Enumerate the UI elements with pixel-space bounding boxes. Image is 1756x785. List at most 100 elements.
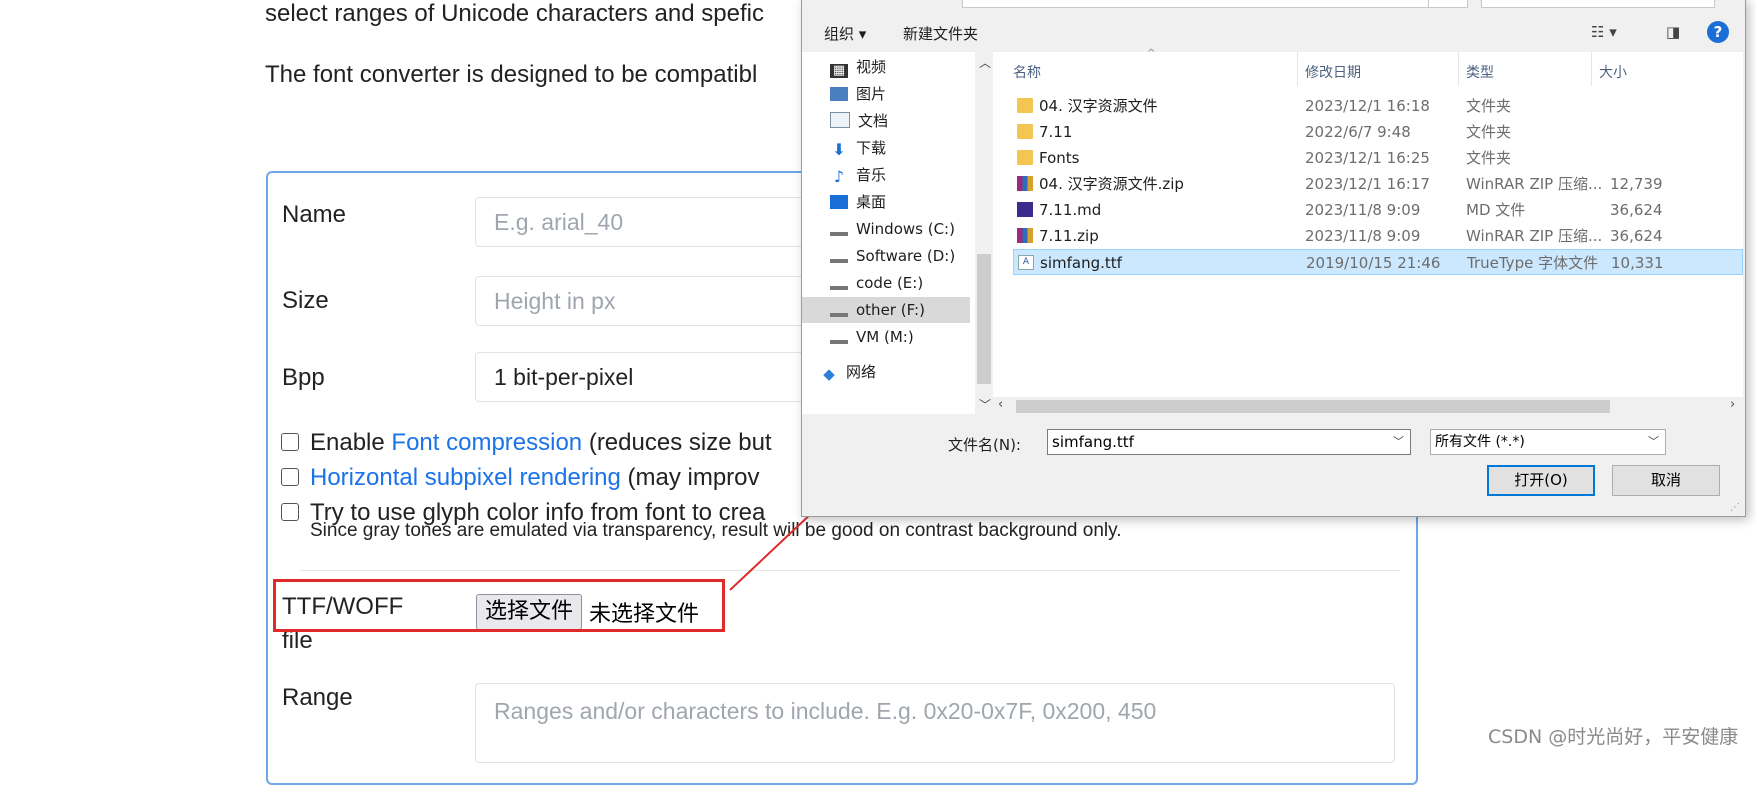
file-name: 7.11.md: [1039, 201, 1102, 219]
scroll-right-icon[interactable]: ›: [1730, 397, 1735, 412]
network-icon: ◆: [823, 365, 835, 383]
nav-item-drive-c[interactable]: Windows (C:): [830, 216, 972, 242]
column-header-type[interactable]: 类型: [1466, 62, 1494, 82]
file-size: 36,624: [1610, 201, 1663, 219]
nav-item-drive-m[interactable]: VM (M:): [830, 324, 972, 350]
file-name: 04. 汉字资源文件.zip: [1039, 175, 1184, 193]
column-header-size[interactable]: 大小: [1599, 62, 1627, 82]
column-header-date[interactable]: 修改日期: [1305, 62, 1361, 82]
nav-item-label: code (E:): [856, 274, 924, 292]
file-type-select[interactable]: 所有文件 (*.*) ﹀: [1430, 429, 1666, 455]
file-date: 2023/12/1 16:25: [1305, 149, 1430, 167]
nav-item-pictures[interactable]: 图片: [830, 81, 972, 107]
md-icon: [1017, 202, 1033, 217]
organize-menu[interactable]: 组织 ▾: [824, 23, 866, 44]
ttf-icon: A: [1018, 255, 1034, 270]
open-button[interactable]: 打开(O): [1487, 465, 1595, 496]
music-icon: ♪: [833, 167, 845, 186]
picture-icon: [830, 87, 848, 101]
nav-item-label: VM (M:): [856, 328, 914, 346]
document-icon: [830, 112, 850, 128]
nav-scroll-thumb[interactable]: [977, 254, 991, 384]
video-icon: ▦: [830, 64, 848, 78]
nav-item-label: other (F:): [856, 301, 925, 319]
column-header-name[interactable]: 名称: [1013, 62, 1041, 82]
filename-input[interactable]: simfang.ttf ﹀: [1047, 429, 1411, 455]
file-list: 名称 ^ 修改日期 类型 大小 04. 汉字资源文件 2023/12/1 16:…: [993, 48, 1743, 414]
file-type: TrueType 字体文件: [1467, 254, 1599, 272]
address-bar[interactable]: [962, 0, 1430, 8]
nav-item-label: Windows (C:): [856, 220, 955, 238]
nav-item-label: 图片: [856, 85, 887, 103]
file-date: 2023/11/8 9:09: [1305, 201, 1421, 219]
nav-item-drive-f[interactable]: other (F:): [802, 297, 970, 323]
file-row[interactable]: 04. 汉字资源文件 2023/12/1 16:18 文件夹: [1013, 93, 1743, 119]
file-size: 10,331: [1611, 254, 1664, 272]
file-date: 2023/12/1 16:17: [1305, 175, 1430, 193]
sort-up-icon: ^: [1147, 48, 1156, 59]
file-size: 36,624: [1610, 227, 1663, 245]
scroll-down-icon[interactable]: ﹀: [979, 396, 991, 413]
navigation-pane: ▦ 视频 图片 文档 ⬇ 下载 ♪ 音乐 桌面 Windows (C:) Softwa…: [802, 52, 982, 414]
file-name: 7.11: [1039, 123, 1073, 141]
nav-item-label: 下载: [856, 139, 887, 157]
file-name: 7.11.zip: [1039, 227, 1099, 245]
file-type: 文件夹: [1466, 97, 1512, 115]
column-divider: [1297, 52, 1298, 86]
chevron-down-icon[interactable]: ﹀: [1393, 430, 1404, 454]
file-type: WinRAR ZIP 压缩...: [1466, 227, 1603, 245]
file-size: 12,739: [1610, 175, 1663, 193]
refresh-button[interactable]: [1428, 0, 1468, 8]
folder-icon: [1017, 98, 1033, 113]
filename-label: 文件名(N):: [948, 436, 1021, 454]
horizontal-scroll-thumb[interactable]: [1016, 400, 1610, 413]
folder-icon: [1017, 150, 1033, 165]
file-type: WinRAR ZIP 压缩...: [1466, 175, 1603, 193]
nav-item-downloads[interactable]: ⬇ 下载: [830, 135, 972, 161]
nav-item-label: 音乐: [856, 166, 887, 184]
drive-icon: [830, 334, 848, 344]
view-options-icon[interactable]: ☷ ▾: [1591, 23, 1617, 41]
chevron-down-icon[interactable]: ﹀: [1648, 430, 1659, 454]
dialog-toolbar: 组织 ▾ 新建文件夹 ☷ ▾ ◨ ?: [802, 11, 1743, 53]
file-row[interactable]: 7.11.zip 2023/11/8 9:09 WinRAR ZIP 压缩...…: [1013, 223, 1743, 249]
nav-item-videos[interactable]: ▦ 视频: [830, 54, 972, 80]
file-row[interactable]: 7.11.md 2023/11/8 9:09 MD 文件 36,624: [1013, 197, 1743, 223]
scroll-up-icon[interactable]: ︿: [979, 54, 991, 71]
resize-grip-icon[interactable]: ⋰: [1730, 502, 1740, 513]
file-type: MD 文件: [1466, 201, 1526, 219]
nav-item-music[interactable]: ♪ 音乐: [830, 162, 972, 188]
column-divider: [1458, 52, 1459, 86]
preview-pane-icon[interactable]: ◨: [1666, 23, 1680, 41]
zip-icon: [1017, 176, 1033, 191]
help-icon[interactable]: ?: [1707, 21, 1729, 43]
file-row[interactable]: 04. 汉字资源文件.zip 2023/12/1 16:17 WinRAR ZI…: [1013, 171, 1743, 197]
nav-item-label: Software (D:): [856, 247, 956, 265]
search-box[interactable]: [1481, 0, 1715, 8]
file-date: 2019/10/15 21:46: [1306, 254, 1441, 272]
download-icon: ⬇: [832, 140, 846, 159]
scroll-left-icon[interactable]: ‹: [998, 397, 1003, 412]
file-type: 文件夹: [1466, 123, 1512, 141]
nav-item-network[interactable]: ◆ 网络: [820, 359, 962, 385]
file-row-selected[interactable]: A simfang.ttf 2019/10/15 21:46 TrueType …: [1013, 249, 1743, 275]
folder-icon: [1017, 124, 1033, 139]
desktop-icon: [830, 195, 848, 209]
file-name: simfang.ttf: [1040, 254, 1122, 272]
cancel-button[interactable]: 取消: [1612, 465, 1720, 496]
file-row[interactable]: 7.11 2022/6/7 9:48 文件夹: [1013, 119, 1743, 145]
nav-item-desktop[interactable]: 桌面: [830, 189, 972, 215]
new-folder-button[interactable]: 新建文件夹: [903, 23, 978, 44]
column-divider: [1591, 52, 1592, 86]
drive-icon: [830, 253, 848, 263]
nav-item-drive-e[interactable]: code (E:): [830, 270, 972, 296]
filename-value: simfang.ttf: [1052, 433, 1134, 451]
nav-item-drive-d[interactable]: Software (D:): [830, 243, 972, 269]
nav-item-documents[interactable]: 文档: [830, 108, 972, 134]
file-date: 2022/6/7 9:48: [1305, 123, 1411, 141]
nav-item-label: 文档: [858, 112, 889, 130]
open-file-dialog: 组织 ▾ 新建文件夹 ☷ ▾ ◨ ? ▦ 视频 图片 文档 ⬇ 下载 ♪ 音乐 桌面 …: [801, 0, 1746, 517]
nav-item-label: 视频: [856, 58, 887, 76]
file-row[interactable]: Fonts 2023/12/1 16:25 文件夹: [1013, 145, 1743, 171]
file-name: Fonts: [1039, 149, 1080, 167]
